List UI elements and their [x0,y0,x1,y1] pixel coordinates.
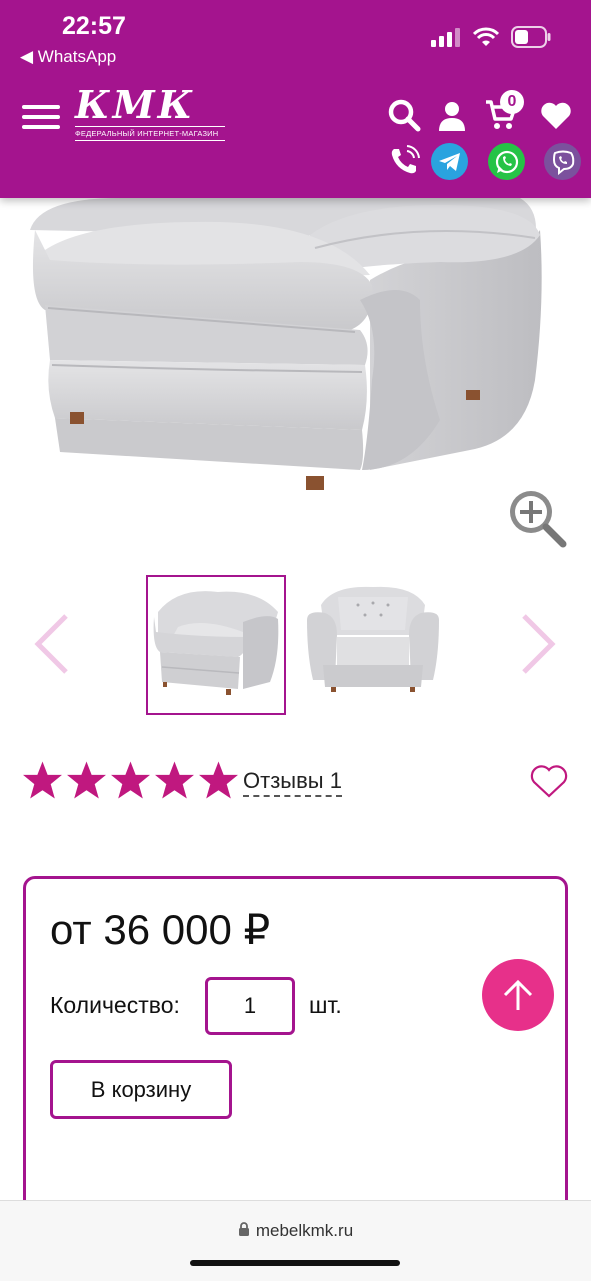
menu-icon [22,105,60,129]
account-button[interactable] [436,99,468,133]
lock-icon [238,1222,249,1236]
add-to-cart-button[interactable]: В корзину [50,1060,232,1119]
heart-icon [541,102,571,129]
star-icon[interactable] [154,760,195,800]
telegram-button[interactable] [431,143,468,180]
scroll-to-top-button[interactable] [482,959,554,1031]
phone-icon [391,145,420,174]
logo-text: КМК [75,82,196,127]
heart-outline-icon [530,765,568,798]
address-url[interactable]: mebelkmk.ru [0,1221,591,1241]
zoom-icon [510,491,567,548]
viber-icon [552,150,574,175]
logo-subtitle: ФЕДЕРАЛЬНЫЙ ИНТЕРНЕТ-МАГАЗИН [75,126,225,141]
next-arrow-icon [522,614,556,674]
product-main-image[interactable] [0,198,591,558]
reviews-link[interactable]: Отзывы 1 [243,768,342,797]
arrow-up-icon [503,979,533,1010]
armchair-thumbnail-side [153,591,279,695]
back-to-app-link[interactable]: ◀ WhatsApp [20,47,116,67]
phone-button[interactable] [387,144,421,178]
search-button[interactable] [386,97,422,133]
cart-count-badge: 0 [500,90,524,114]
star-icon[interactable] [66,760,107,800]
armchair-thumbnail-front [307,586,439,692]
prev-arrow-icon [34,614,68,674]
thumbnail-2[interactable] [303,575,443,715]
rating-stars[interactable] [22,760,239,800]
search-icon [388,99,421,132]
battery-icon [511,26,551,48]
menu-button[interactable] [22,102,60,132]
signal-icon [431,28,460,47]
zoom-button[interactable] [505,486,569,550]
telegram-icon [438,152,460,171]
site-logo[interactable]: КМК ФЕДЕРАЛЬНЫЙ ИНТЕРНЕТ-МАГАЗИН [75,86,225,141]
star-icon[interactable] [22,760,63,800]
thumbnail-1[interactable] [146,575,286,715]
quantity-input[interactable] [205,977,295,1035]
user-icon [439,102,465,131]
site-header: 22:57 ◀ WhatsApp КМК ФЕДЕРАЛЬНЫЙ ИНТЕРНЕ… [0,0,591,198]
home-indicator[interactable] [190,1260,400,1266]
wishlist-button[interactable] [539,100,573,132]
next-image-button[interactable] [516,612,560,676]
quantity-unit: шт. [309,992,342,1018]
quantity-label: Количество: [50,992,180,1018]
status-icons [431,26,551,48]
armchair-image [30,198,542,490]
star-icon[interactable] [110,760,151,800]
product-price: от 36 000 ₽ [50,906,271,953]
wifi-icon [473,27,499,46]
whatsapp-icon [495,150,518,173]
star-icon[interactable] [198,760,239,800]
whatsapp-button[interactable] [488,143,525,180]
prev-image-button[interactable] [30,612,74,676]
add-to-wishlist-button[interactable] [529,764,569,800]
browser-address-bar[interactable]: mebelkmk.ru [0,1200,591,1281]
viber-button[interactable] [544,143,581,180]
status-time: 22:57 [62,12,126,40]
url-text: mebelkmk.ru [255,1221,354,1240]
